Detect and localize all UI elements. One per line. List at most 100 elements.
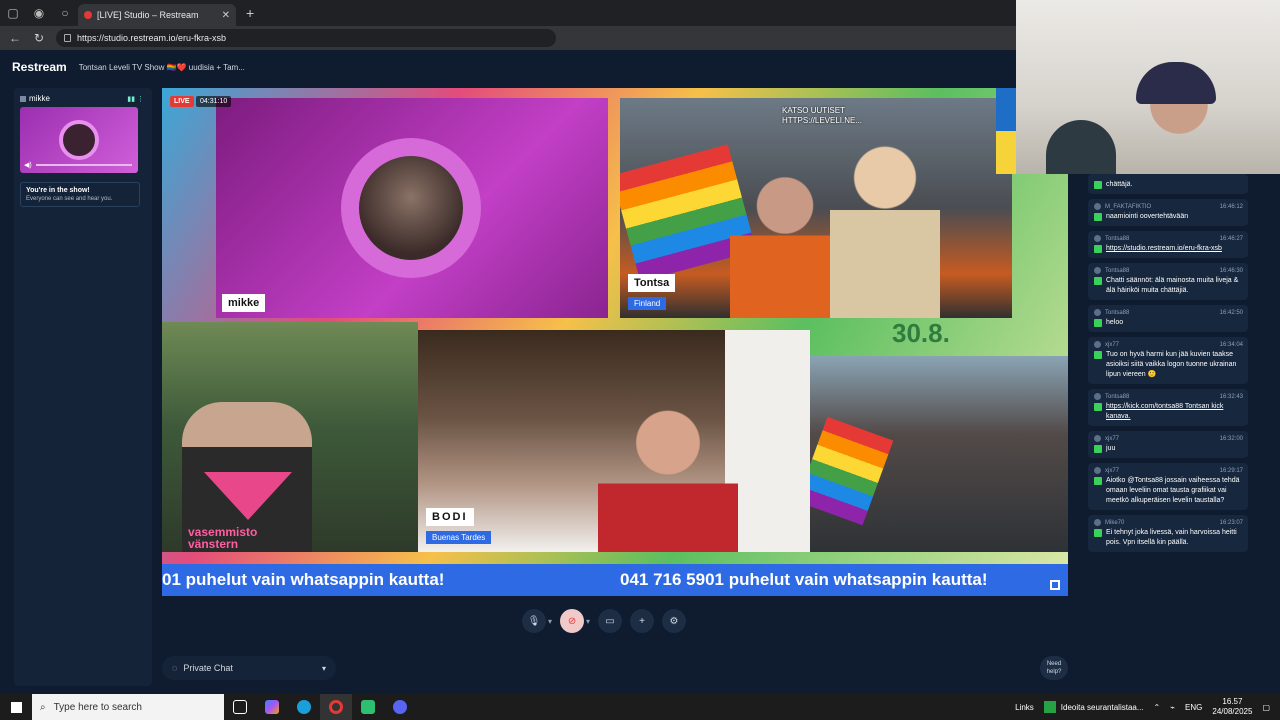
webcam-overlay: [1016, 0, 1280, 174]
chat-timestamp: 16:42:50: [1219, 309, 1243, 316]
windows-icon: [10, 701, 22, 713]
chat-timestamp: 16:34:04: [1219, 341, 1243, 348]
url-field[interactable]: https://studio.restream.io/eru-fkra-xsb: [56, 29, 556, 47]
chat-feed[interactable]: chättäjä. M_FAKTAFIKTIO 16:46:12 naamiointi…: [1088, 174, 1248, 674]
name-tag-tontsa: Tontsa: [628, 274, 676, 292]
live-timer: 04:31:10: [196, 96, 232, 107]
taskbar-search[interactable]: ⌕ Type here to search: [32, 694, 224, 720]
private-chat-button[interactable]: ◌ Private Chat ▾: [162, 656, 336, 680]
platform-icon: [1094, 319, 1102, 327]
chat-message-body: heloo: [1094, 318, 1243, 328]
camera-off-button[interactable]: ⊘: [560, 609, 585, 633]
ticker-text-right: 041 716 5901 puhelut vain whatsappin kau…: [620, 570, 988, 589]
tray-chevron-icon[interactable]: ⌃: [1154, 703, 1161, 712]
restream-logo[interactable]: Restream: [12, 60, 67, 74]
ticker-text-left: 01 puhelut vain whatsappin kautta!: [162, 570, 445, 589]
need-help-button[interactable]: Need help?: [1040, 656, 1068, 680]
tile-bodi[interactable]: BODI Buenas Tardes: [418, 330, 810, 552]
mic-options-chevron-icon[interactable]: ▾: [548, 617, 552, 626]
task-view-button[interactable]: [224, 694, 256, 720]
reload-icon[interactable]: ↻: [32, 31, 46, 45]
show-title[interactable]: Tontsan Leveli TV Show 🏳️‍🌈❤️ uudisia + …: [79, 63, 245, 72]
chat-message-header: Tontsa88 16:46:27: [1094, 235, 1243, 242]
language-indicator[interactable]: ENG: [1185, 703, 1202, 712]
links-toolbar[interactable]: Links: [1015, 703, 1034, 712]
avatar: [1094, 267, 1101, 274]
copilot-button[interactable]: [256, 694, 288, 720]
chat-timestamp: 16:23:07: [1219, 519, 1243, 526]
avatar: [1094, 203, 1101, 210]
opera-icon: [329, 700, 343, 714]
tile-mikke[interactable]: mikke: [216, 98, 608, 318]
tab-actions-icon[interactable]: ▢: [0, 0, 26, 26]
chat-text: naamiointi oovertehtävään: [1106, 213, 1189, 220]
tile-tontsa[interactable]: Tontsa Finland: [620, 98, 1012, 318]
platform-icon: [1094, 245, 1102, 253]
workspace-icon[interactable]: ◉: [26, 0, 52, 26]
v-logo-icon: [204, 472, 292, 520]
chat-timestamp: 16:46:30: [1219, 267, 1243, 274]
close-tab-icon[interactable]: ✕: [222, 10, 230, 21]
gear-icon: ⚙: [669, 615, 679, 627]
background-photo-right: [810, 356, 1068, 552]
camera-card[interactable]: mikke ▮▮ ⋮ ◀): [20, 94, 144, 178]
chat-username: Tontsa88: [1105, 267, 1130, 274]
lock-icon: [64, 34, 71, 42]
notifications-icon[interactable]: ▢: [1262, 703, 1270, 712]
in-show-subtitle: Everyone can see and hear you.: [26, 196, 113, 202]
back-icon[interactable]: ←: [8, 31, 22, 45]
running-app[interactable]: Ideoita seurantalistaa...: [1043, 701, 1144, 713]
new-tab-icon[interactable]: +: [246, 5, 254, 21]
platform-icon: [1094, 181, 1102, 189]
chat-text: Chatti säännöt: älä mainosta muita livej…: [1106, 277, 1239, 294]
task-view-icon: [233, 700, 247, 714]
address-bar-row: ← ↻ https://studio.restream.io/eru-fkra-…: [0, 26, 1016, 50]
tab-title: [LIVE] Studio – Restream: [97, 10, 199, 20]
opera-icon[interactable]: ○: [52, 0, 78, 26]
chat-message-header: Tontsa88 16:32:43: [1094, 393, 1243, 400]
avatar-ring: [341, 138, 481, 278]
chat-timestamp: 16:46:12: [1219, 203, 1243, 210]
avatar: [1094, 467, 1101, 474]
clock[interactable]: 16.57 24/08/2025: [1212, 697, 1252, 717]
add-button[interactable]: +: [630, 609, 655, 633]
camera-icon: [20, 95, 26, 102]
start-button[interactable]: [0, 694, 32, 720]
person-shoulder: [1046, 120, 1116, 174]
tab-restream[interactable]: [LIVE] Studio – Restream ✕: [78, 4, 236, 26]
chat-message-body: Ei tehnyt joka livessä, vain harvoissa h…: [1094, 528, 1243, 548]
chat-message-body: Chatti säännöt: älä mainosta muita livej…: [1094, 276, 1243, 296]
discord-button[interactable]: [384, 694, 416, 720]
rainbow-flag-icon: [810, 416, 894, 526]
chat-message: M_FAKTAFIKTIO 16:46:12 naamiointi ooverteh…: [1088, 199, 1248, 226]
search-placeholder: Type here to search: [53, 701, 142, 713]
chat-message: chättäjä.: [1088, 174, 1248, 194]
location-tag-tontsa: Finland: [628, 297, 667, 310]
browser-tabbar: ▢ ◉ ○ [LIVE] Studio – Restream ✕ +: [0, 0, 1016, 26]
in-show-title: You're in the show!: [26, 187, 90, 194]
mic-button[interactable]: 🎙: [522, 609, 546, 633]
opera-button[interactable]: [320, 694, 352, 720]
share-screen-button[interactable]: ▭: [598, 609, 623, 633]
settings-button[interactable]: ⚙: [662, 609, 687, 633]
chat-link[interactable]: https://kick.com/tontsa88 Tontsan kick k…: [1106, 402, 1243, 422]
chat-message: Mike70 16:23:07 Ei tehnyt joka livessä, va…: [1088, 515, 1248, 552]
camera-options-chevron-icon[interactable]: ▾: [586, 617, 590, 626]
fullscreen-icon[interactable]: [1050, 580, 1060, 590]
chat-link[interactable]: https://studio.restream.io/eru-fkra-xsb: [1106, 244, 1222, 254]
app-green-button[interactable]: [352, 694, 384, 720]
volume-icon[interactable]: ◀): [24, 161, 32, 169]
edge-button[interactable]: [288, 694, 320, 720]
background-photo-left: vasemmisto vänstern: [162, 322, 418, 552]
chat-username: Mike70: [1105, 519, 1125, 526]
platform-icon: [1094, 477, 1102, 485]
url-text: https://studio.restream.io/eru-fkra-xsb: [77, 33, 227, 43]
chat-message: Tontsa88 16:46:30 Chatti säännöt: älä main…: [1088, 263, 1248, 300]
chat-message: Tontsa88 16:32:43 https://kick.com/tontsa8…: [1088, 389, 1248, 426]
left-panel: mikke ▮▮ ⋮ ◀) You're in the show! Everyo…: [14, 88, 152, 686]
chat-timestamp: 16:46:27: [1219, 235, 1243, 242]
avatar: [1094, 235, 1101, 242]
shirt-text: vasemmisto vänstern: [188, 525, 258, 551]
clock-time: 16.57: [1222, 697, 1243, 706]
network-icon[interactable]: ⌁: [1170, 703, 1175, 712]
